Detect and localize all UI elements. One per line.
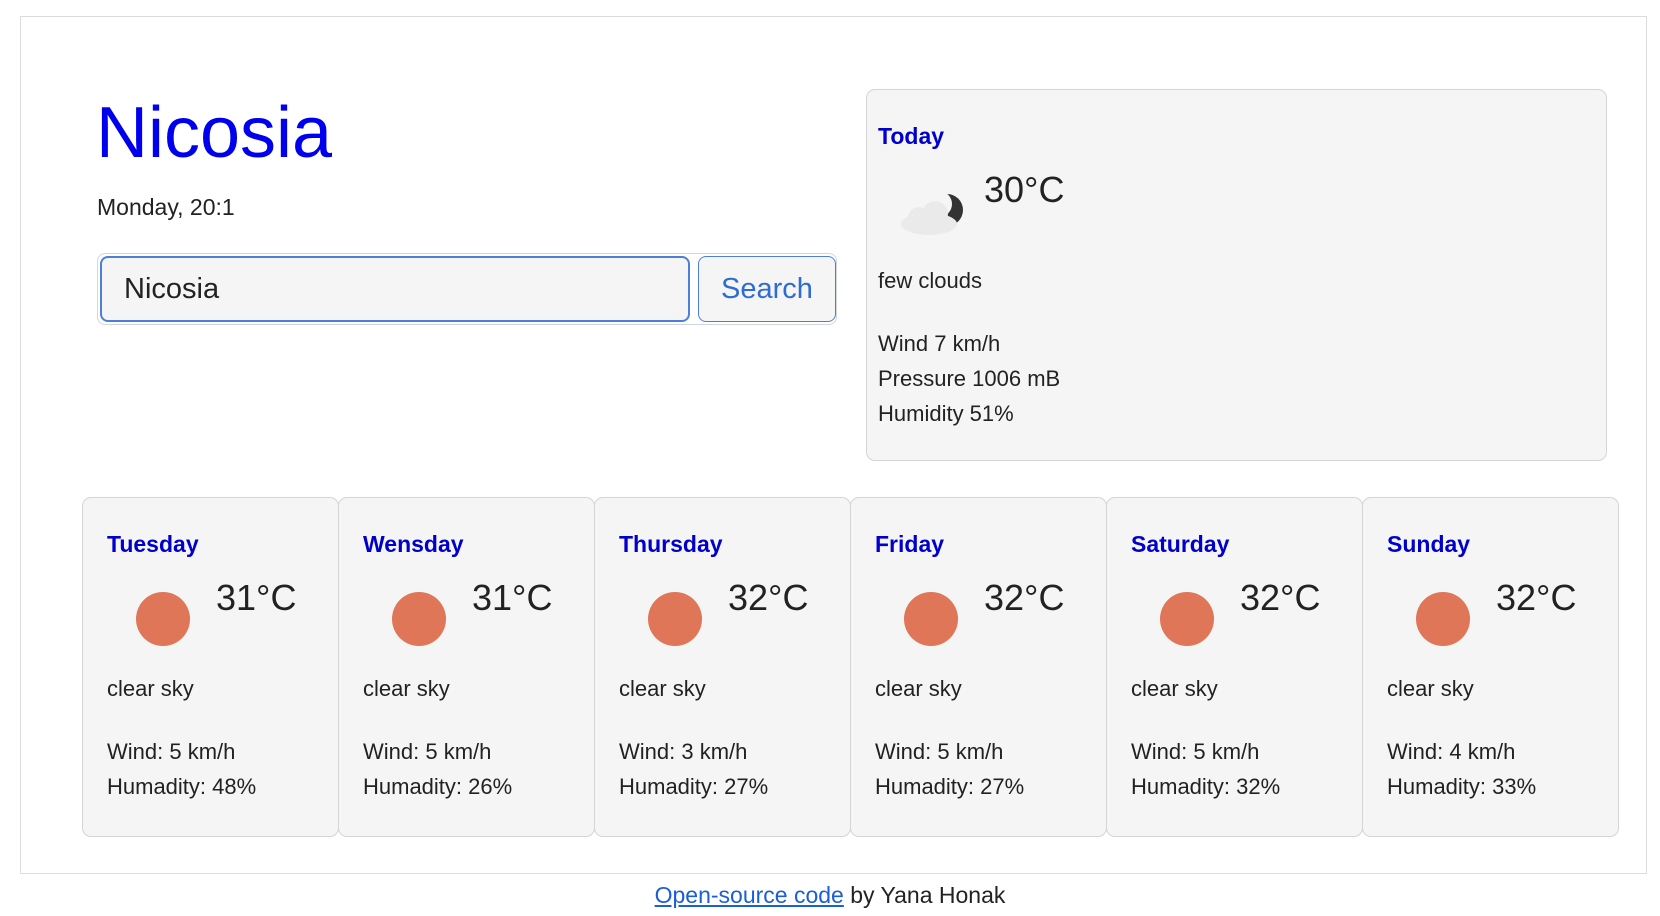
forecast-day: Tuesday <box>107 531 199 557</box>
forecast-humidity: Humadity: 48% <box>107 774 257 799</box>
source-code-link[interactable]: Open-source code <box>655 882 844 908</box>
forecast-description: clear sky <box>875 676 962 701</box>
city-title: Nicosia <box>96 93 333 173</box>
forecast-wind: Wind: 3 km/h <box>619 739 748 764</box>
forecast-card: Wensday 31°C clear sky Wind: 5 km/h Huma… <box>338 497 595 837</box>
forecast-humidity: Humadity: 27% <box>619 774 769 799</box>
forecast-temperature: 32°C <box>1240 577 1321 618</box>
today-humidity: Humidity 51% <box>878 401 1014 426</box>
few-clouds-night-icon <box>901 191 963 235</box>
forecast-temperature: 32°C <box>1496 577 1577 618</box>
forecast-temperature: 31°C <box>472 577 553 618</box>
forecast-description: clear sky <box>619 676 706 701</box>
forecast-humidity: Humadity: 26% <box>363 774 513 799</box>
today-wind: Wind 7 km/h <box>878 331 1001 356</box>
search-input[interactable] <box>100 256 690 322</box>
forecast-wind: Wind: 5 km/h <box>1131 739 1260 764</box>
forecast-humidity: Humadity: 27% <box>875 774 1025 799</box>
forecast-wind: Wind: 5 km/h <box>363 739 492 764</box>
sun-icon <box>392 592 446 646</box>
sun-icon <box>648 592 702 646</box>
forecast-temperature: 31°C <box>216 577 297 618</box>
today-description: few clouds <box>878 268 982 293</box>
today-card: Today 30°C few clouds Wind 7 km/h Pressu… <box>866 89 1607 461</box>
current-datetime: Monday, 20:1 <box>97 194 235 220</box>
today-label: Today <box>878 123 945 149</box>
today-temperature: 30°C <box>984 169 1065 210</box>
forecast-description: clear sky <box>363 676 450 701</box>
forecast-card: Tuesday 31°C clear sky Wind: 5 km/h Huma… <box>82 497 339 837</box>
forecast-description: clear sky <box>107 676 194 701</box>
today-pressure: Pressure 1006 mB <box>878 366 1061 391</box>
search-button[interactable]: Search <box>698 256 836 322</box>
forecast-temperature: 32°C <box>728 577 809 618</box>
forecast-day: Wensday <box>363 531 464 557</box>
forecast-wind: Wind: 5 km/h <box>875 739 1004 764</box>
forecast-day: Sunday <box>1387 531 1471 557</box>
forecast-day: Friday <box>875 531 945 557</box>
search-form: Search <box>97 253 837 325</box>
forecast-card: Friday 32°C clear sky Wind: 5 km/h Humad… <box>850 497 1107 837</box>
sun-icon <box>904 592 958 646</box>
forecast-card: Saturday 32°C clear sky Wind: 5 km/h Hum… <box>1106 497 1363 837</box>
forecast-temperature: 32°C <box>984 577 1065 618</box>
sun-icon <box>136 592 190 646</box>
forecast-wind: Wind: 5 km/h <box>107 739 236 764</box>
forecast-card: Sunday 32°C clear sky Wind: 4 km/h Humad… <box>1362 497 1619 837</box>
forecast-humidity: Humadity: 32% <box>1131 774 1281 799</box>
weather-app: Nicosia Monday, 20:1 Search Today 30°C f… <box>20 16 1647 874</box>
forecast-row: Tuesday 31°C clear sky Wind: 5 km/h Huma… <box>82 497 1622 837</box>
footer-author: by Yana Honak <box>843 882 1006 908</box>
forecast-description: clear sky <box>1387 676 1474 701</box>
forecast-day: Thursday <box>619 531 723 557</box>
sun-icon <box>1416 592 1470 646</box>
forecast-wind: Wind: 4 km/h <box>1387 739 1516 764</box>
forecast-humidity: Humadity: 33% <box>1387 774 1537 799</box>
sun-icon <box>1160 592 1214 646</box>
forecast-day: Saturday <box>1131 531 1230 557</box>
forecast-card: Thursday 32°C clear sky Wind: 3 km/h Hum… <box>594 497 851 837</box>
forecast-description: clear sky <box>1131 676 1218 701</box>
footer: Open-source code by Yana Honak <box>0 882 1660 909</box>
